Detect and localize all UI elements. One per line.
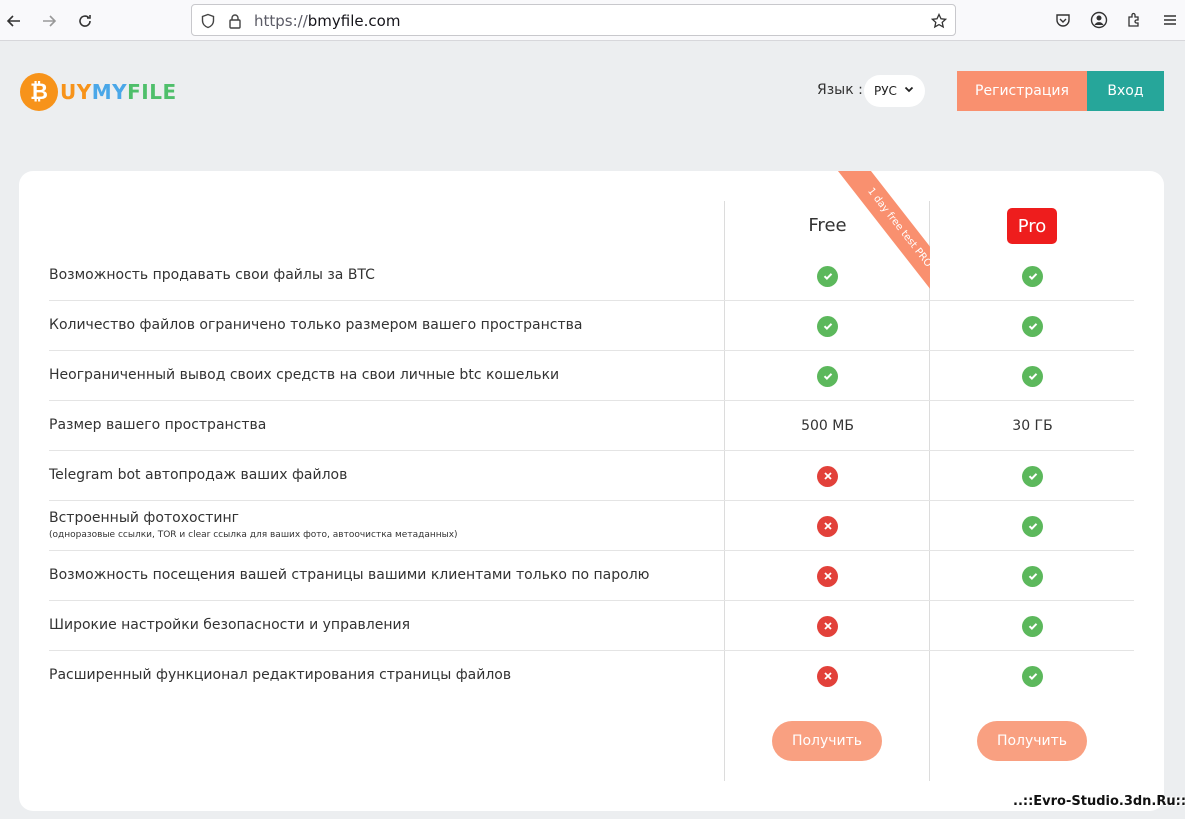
account-icon[interactable] [1089,10,1109,30]
free-cell [725,251,930,301]
feature-label-text: Размер вашего пространства [49,417,267,433]
feature-label: Размер вашего пространства [49,417,266,433]
check-circle-icon [1022,615,1043,637]
watermark: ..::Evro-Studio.3dn.Ru::.. [1013,794,1185,809]
feature-label: Возможность продавать свои файлы за BTC [49,267,375,283]
site-logo[interactable]: ₿ UYMYFILE [20,72,177,112]
table-row: Широкие настройки безопасности и управле… [49,601,1134,651]
cross-circle-icon [817,665,838,687]
check-circle-icon [817,315,838,337]
table-row: Telegram bot автопродаж ваших файлов [49,451,1134,501]
feature-label-text: Широкие настройки безопасности и управле… [49,617,411,633]
cross-circle-icon [817,615,838,637]
feature-label: Неограниченный вывод своих средств на св… [49,367,559,383]
chevron-down-icon [903,83,915,98]
cross-circle-icon [817,515,838,537]
feature-label-text: Возможность посещения вашей страницы ваш… [49,567,650,583]
feature-table: Возможность продавать свои файлы за BTC К… [49,251,1134,701]
pro-cell [930,301,1135,351]
feature-label: Встроенный фотохостинг (одноразовые ссылк… [49,510,458,540]
feature-label-text: Количество файлов ограничено только разм… [49,317,583,333]
forward-icon[interactable] [37,9,61,33]
feature-label-text: Расширенный функционал редактирования ст… [49,667,512,683]
check-circle-icon [1022,265,1043,287]
pro-cell [930,501,1135,551]
logo-text: UYMYFILE [60,80,177,104]
url-bar[interactable]: https://bmyfile.com [191,4,956,36]
check-circle-icon [1022,365,1043,387]
browser-toolbar: https://bmyfile.com [0,0,1185,41]
check-circle-icon [1022,465,1043,487]
menu-icon[interactable] [1160,10,1180,30]
table-row: Размер вашего пространства 500 МБ 30 ГБ [49,401,1134,451]
pro-cell [930,651,1135,701]
pro-cell [930,601,1135,651]
table-row: Встроенный фотохостинг (одноразовые ссылк… [49,501,1134,551]
language-value: РУС [874,84,897,98]
login-button[interactable]: Вход [1087,71,1164,111]
check-circle-icon [817,365,838,387]
check-circle-icon [1022,665,1043,687]
pricing-card: Free Pro 1 day free test PRO Возможность… [19,171,1164,811]
free-cell [725,601,930,651]
get-pro-button[interactable]: Получить [977,721,1087,761]
table-row: Возможность посещения вашей страницы ваш… [49,551,1134,601]
pro-cell [930,251,1135,301]
free-cell [725,451,930,501]
check-circle-icon [1022,315,1043,337]
table-row: Возможность продавать свои файлы за BTC [49,251,1134,301]
get-free-button[interactable]: Получить [772,721,882,761]
feature-label: Расширенный функционал редактирования ст… [49,667,511,683]
feature-label-text: Возможность продавать свои файлы за BTC [49,267,375,283]
bookmark-star-icon[interactable] [930,12,948,30]
free-value: 500 МБ [801,418,854,434]
feature-label: Возможность посещения вашей страницы ваш… [49,567,649,583]
free-cell [725,301,930,351]
pro-cell [930,451,1135,501]
check-circle-icon [1022,515,1043,537]
cross-circle-icon [817,465,838,487]
feature-label-text: Неограниченный вывод своих средств на св… [49,367,560,383]
feature-note: (одноразовые ссылки, TOR и clear ссылка … [49,530,458,540]
free-cell [725,651,930,701]
pro-value: 30 ГБ [1012,418,1053,434]
feature-label: Telegram bot автопродаж ваших файлов [49,467,347,483]
language-label: Язык : [817,82,863,98]
check-circle-icon [817,265,838,287]
url-text: https://bmyfile.com [254,12,401,30]
shield-icon[interactable] [199,12,217,30]
bitcoin-logo-icon: ₿ [20,73,58,111]
feature-label-text: Встроенный фотохостинг [49,510,239,526]
reload-icon[interactable] [73,9,97,33]
table-row: Количество файлов ограничено только разм… [49,301,1134,351]
pro-cell [930,551,1135,601]
free-cell [725,551,930,601]
lock-icon[interactable] [226,12,244,30]
cross-circle-icon [817,565,838,587]
back-icon[interactable] [2,9,26,33]
free-cell [725,501,930,551]
feature-label: Количество файлов ограничено только разм… [49,317,582,333]
feature-label-text: Telegram bot автопродаж ваших файлов [49,467,348,483]
pro-cell [930,351,1135,401]
table-row: Неограниченный вывод своих средств на св… [49,351,1134,401]
register-button[interactable]: Регистрация [957,71,1087,111]
plan-pro-badge: Pro [1007,208,1057,244]
table-row: Расширенный функционал редактирования ст… [49,651,1134,701]
language-select[interactable]: РУС [864,75,925,107]
pocket-icon[interactable] [1053,10,1073,30]
extensions-icon[interactable] [1124,10,1144,30]
check-circle-icon [1022,565,1043,587]
feature-label: Широкие настройки безопасности и управле… [49,617,410,633]
free-cell [725,351,930,401]
